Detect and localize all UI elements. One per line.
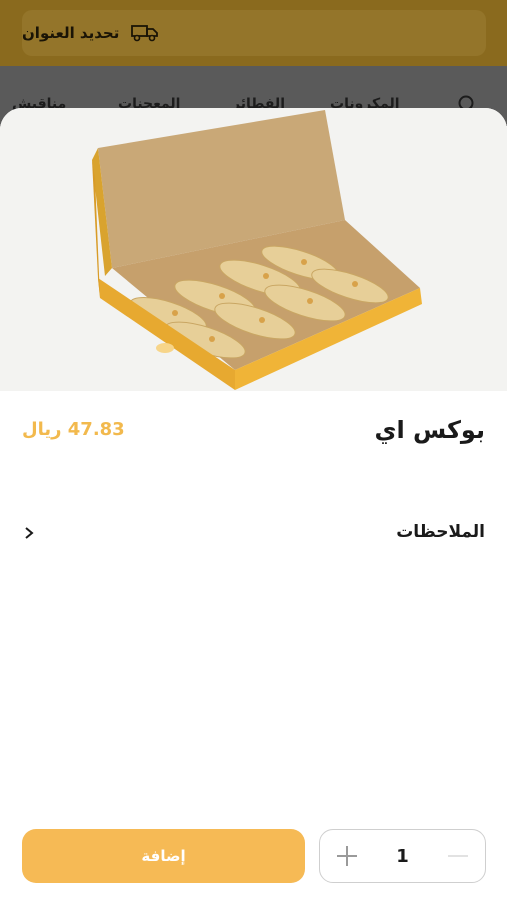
add-to-cart-button[interactable]: إضافة: [22, 829, 305, 883]
quantity-stepper: 1: [319, 829, 486, 883]
product-title: بوكس اي: [374, 416, 485, 444]
minus-icon[interactable]: [445, 843, 471, 869]
product-image: [0, 108, 507, 391]
chevron-right-icon: [22, 525, 36, 539]
product-price: 47.83 ريال: [22, 419, 125, 440]
notes-row[interactable]: الملاحظات: [22, 512, 485, 552]
product-sheet: بوكس اي 47.83 ريال الملاحظات إضافة 1: [0, 108, 507, 900]
plus-icon[interactable]: [334, 843, 360, 869]
quantity-value: 1: [396, 845, 409, 867]
address-label: تحديد العنوان: [22, 24, 120, 42]
address-selector[interactable]: تحديد العنوان: [22, 10, 486, 56]
app-header: تحديد العنوان: [0, 0, 507, 66]
truck-icon: [131, 23, 159, 43]
notes-label: الملاحظات: [396, 522, 485, 542]
